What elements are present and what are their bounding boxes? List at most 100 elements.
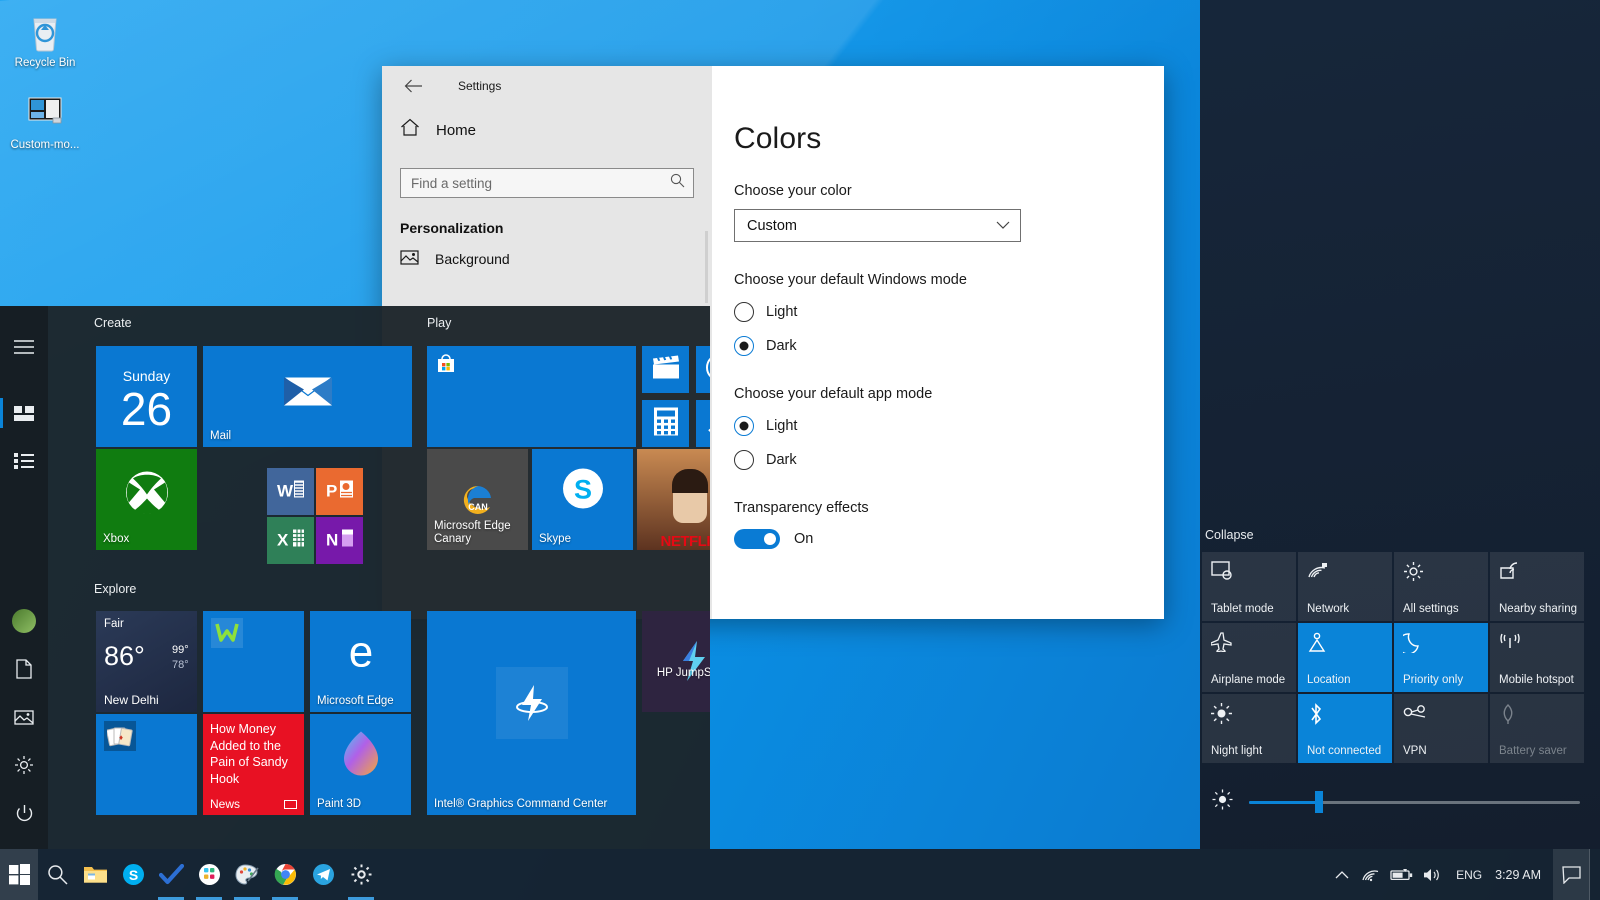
chrome-icon[interactable] xyxy=(266,849,304,900)
transparency-label: Transparency effects xyxy=(734,500,869,516)
show-hidden-icons-chevron[interactable] xyxy=(1327,849,1357,900)
tile-weather[interactable]: Fair 86° 99° 78° New Delhi xyxy=(96,611,197,712)
quick-action-label: All settings xyxy=(1403,603,1459,615)
tile-news[interactable]: How Money Added to the Pain of Sandy Hoo… xyxy=(203,714,304,815)
moon-icon xyxy=(1397,633,1423,657)
desktop-icon-label: Recycle Bin xyxy=(14,57,76,69)
sidebar-item-background[interactable]: Background xyxy=(382,236,712,277)
quick-action-label: Priority only xyxy=(1403,674,1464,686)
desktop-icon-recycle-bin[interactable]: Recycle Bin xyxy=(6,10,84,70)
svg-text:♦: ♦ xyxy=(119,733,123,742)
settings-gear-icon[interactable] xyxy=(0,741,48,789)
tile-calculator[interactable] xyxy=(642,400,689,447)
quick-action-location[interactable]: Location xyxy=(1298,623,1392,692)
pinned-tiles-icon[interactable] xyxy=(0,389,48,437)
quick-action-bluetooth[interactable]: Not connected xyxy=(1298,694,1392,763)
quick-action-network[interactable]: Network xyxy=(1298,552,1392,621)
chevron-down-icon xyxy=(996,218,1010,234)
power-icon[interactable] xyxy=(0,789,48,837)
all-apps-icon[interactable] xyxy=(0,437,48,485)
slack-icon[interactable] xyxy=(190,849,228,900)
intel-graphics-icon xyxy=(495,666,568,739)
tablet-mode-icon xyxy=(1211,561,1233,585)
search-icon[interactable] xyxy=(38,849,76,900)
quick-action-mobile-hotspot[interactable]: Mobile hotspot xyxy=(1490,623,1584,692)
quick-action-night-light[interactable]: Night light xyxy=(1202,694,1296,763)
quick-action-tablet-mode[interactable]: Tablet mode xyxy=(1202,552,1296,621)
radio-windows-mode-light[interactable]: Light xyxy=(734,302,1164,322)
user-avatar[interactable] xyxy=(0,597,48,645)
pictures-icon[interactable] xyxy=(0,693,48,741)
tile-paint-3d[interactable]: Paint 3D xyxy=(310,714,411,815)
brightness-slider[interactable] xyxy=(1249,791,1580,813)
camera-icon xyxy=(705,407,710,440)
tile-hp-jumpstart[interactable]: HP JumpStart xyxy=(642,611,710,712)
svg-text:S: S xyxy=(128,867,137,883)
tile-intel-graphics[interactable]: Intel® Graphics Command Center xyxy=(427,611,636,815)
tile-solitaire[interactable]: ♦ xyxy=(96,714,197,815)
radio-app-mode-dark[interactable]: Dark xyxy=(734,450,1164,470)
tile-excel[interactable]: X xyxy=(267,517,314,564)
show-desktop-button[interactable] xyxy=(1589,849,1596,900)
onenote-icon: N xyxy=(325,524,355,557)
tile-edge-canary[interactable]: CAN Microsoft Edge Canary xyxy=(427,449,528,550)
desktop-icon-custom-mo[interactable]: Custom-mo... xyxy=(6,92,84,152)
settings-icon[interactable] xyxy=(342,849,380,900)
tile-word[interactable]: W xyxy=(267,468,314,515)
clock[interactable]: 3:29 AM xyxy=(1491,868,1553,882)
skype-icon[interactable]: S xyxy=(114,849,152,900)
todo-icon[interactable] xyxy=(152,849,190,900)
tile-movies-tv[interactable] xyxy=(642,346,689,393)
tile-powerpoint[interactable]: P xyxy=(316,468,363,515)
brightness-fill xyxy=(1249,800,1319,804)
tile-whatsapp[interactable] xyxy=(203,611,304,712)
radio-windows-mode-dark[interactable]: Dark xyxy=(734,336,1164,356)
weather-high: 99° xyxy=(172,644,189,656)
tile-netflix[interactable]: NETFLIX xyxy=(637,449,710,550)
tile-groove-music[interactable] xyxy=(696,346,710,393)
transparency-state: On xyxy=(794,531,814,547)
telegram-icon[interactable] xyxy=(304,849,342,900)
quick-action-priority-only[interactable]: Priority only xyxy=(1394,623,1488,692)
tile-microsoft-edge[interactable]: e Microsoft Edge xyxy=(310,611,411,712)
tile-xbox[interactable]: Xbox xyxy=(96,449,197,550)
svg-text:S: S xyxy=(573,475,591,505)
paint-icon[interactable] xyxy=(228,849,266,900)
volume-icon[interactable] xyxy=(1417,849,1447,900)
search-icon xyxy=(670,173,685,193)
quick-action-all-settings[interactable]: All settings xyxy=(1394,552,1488,621)
back-arrow-icon[interactable] xyxy=(396,72,430,100)
collapse-button[interactable]: Collapse xyxy=(1200,528,1600,542)
wifi-icon[interactable] xyxy=(1357,849,1387,900)
hamburger-icon[interactable] xyxy=(0,323,48,371)
movies-clapper-icon xyxy=(651,354,681,385)
weather-city: New Delhi xyxy=(104,693,159,707)
action-center-icon[interactable] xyxy=(1553,849,1589,900)
brightness-thumb[interactable] xyxy=(1314,791,1323,813)
radio-app-mode-light[interactable]: Light xyxy=(734,416,1164,436)
color-mode-dropdown[interactable]: Custom xyxy=(734,209,1021,242)
quick-action-label: Network xyxy=(1307,603,1350,615)
tile-mail[interactable]: Mail xyxy=(203,346,412,447)
file-explorer-icon[interactable] xyxy=(76,849,114,900)
settings-search-box[interactable] xyxy=(400,168,694,198)
tile-calendar[interactable]: Sunday 26 xyxy=(96,346,197,447)
quick-action-nearby-sharing[interactable]: Nearby sharing xyxy=(1490,552,1584,621)
documents-icon[interactable] xyxy=(0,645,48,693)
transparency-toggle[interactable] xyxy=(734,529,780,549)
quick-action-vpn[interactable]: VPN xyxy=(1394,694,1488,763)
tile-microsoft-store[interactable] xyxy=(427,346,636,447)
skype-icon: S xyxy=(559,465,607,518)
search-input[interactable] xyxy=(411,175,670,191)
sidebar-home-label: Home xyxy=(436,121,477,139)
windows-start-icon[interactable] xyxy=(0,849,38,900)
sidebar-scrollbar[interactable] xyxy=(705,231,708,303)
language-indicator[interactable]: ENG xyxy=(1447,868,1491,882)
tile-onenote[interactable]: N xyxy=(316,517,363,564)
sidebar-item-home[interactable]: Home xyxy=(382,106,712,154)
excel-icon: X xyxy=(276,524,306,557)
quick-action-airplane-mode[interactable]: Airplane mode xyxy=(1202,623,1296,692)
battery-icon[interactable] xyxy=(1387,849,1417,900)
tile-camera[interactable] xyxy=(696,400,710,447)
tile-skype[interactable]: S Skype xyxy=(532,449,633,550)
